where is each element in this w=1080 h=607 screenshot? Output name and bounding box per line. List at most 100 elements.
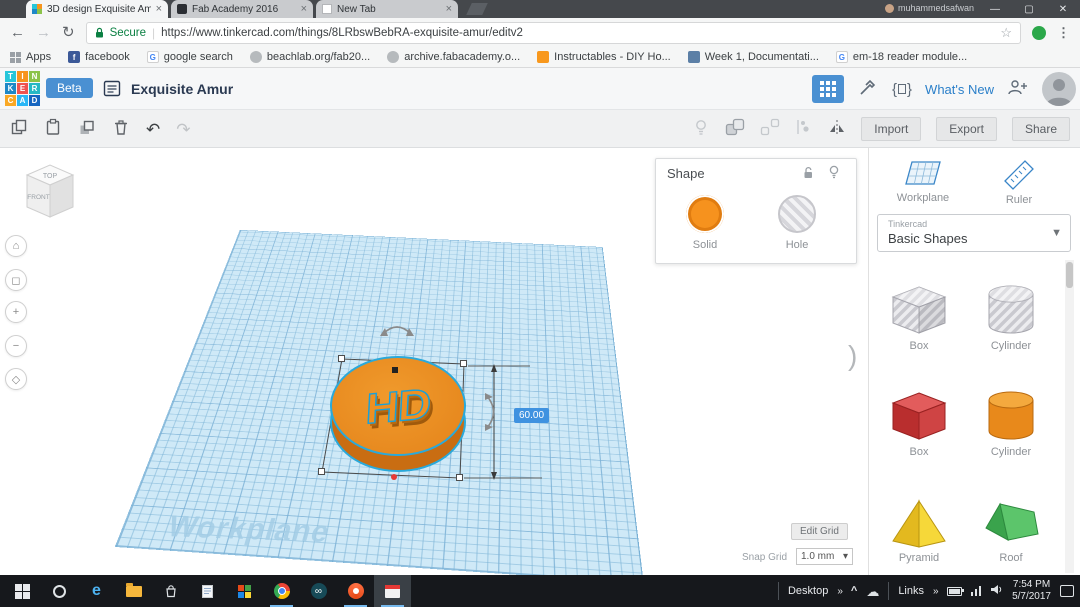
desktop-expand-chevron[interactable]: » [837,586,842,597]
document-app-button[interactable] [189,575,226,607]
edge-taskbar-button[interactable]: e [78,575,115,607]
cortana-button[interactable] [41,575,78,607]
bookmark-instructables[interactable]: Instructables - DIY Ho... [537,51,671,63]
reload-icon[interactable]: ↻ [62,25,75,40]
shape-category-dropdown[interactable]: Tinkercad Basic Shapes ▼ [877,214,1071,252]
object-text[interactable]: HD [326,357,470,455]
whats-new-link[interactable]: What's New [925,82,994,97]
export-button[interactable]: Export [936,117,997,141]
code-blocks-icon[interactable]: {} [892,81,912,98]
bookmark-beachlab[interactable]: beachlab.org/fab20... [249,51,370,63]
beta-badge[interactable]: Beta [46,78,93,98]
action-center-icon[interactable] [1060,585,1074,597]
zoom-in-button[interactable]: + [5,301,27,323]
invite-person-icon[interactable] [1007,78,1029,101]
ruler-tool[interactable]: Ruler [983,158,1055,206]
onedrive-icon[interactable]: ☁ [866,585,879,598]
tab-close-icon[interactable]: × [156,3,162,15]
forward-icon[interactable]: → [36,25,51,40]
fit-view-button[interactable]: ◻ [5,269,27,291]
browser-profile[interactable]: muhammedsafwan [884,3,974,13]
shape-box-hole[interactable]: Box [877,284,961,352]
network-icon[interactable] [970,586,982,596]
dashboard-grid-button[interactable] [812,75,845,103]
tab-close-icon[interactable]: × [301,3,307,15]
bookmark-facebook[interactable]: f facebook [68,51,130,63]
minimize-button[interactable]: — [978,0,1012,18]
import-button[interactable]: Import [861,117,922,141]
home-view-button[interactable]: ⌂ [5,235,27,257]
copy-icon[interactable] [10,118,28,141]
redo-icon[interactable]: ↷ [176,121,190,138]
delete-icon[interactable] [112,118,130,141]
shape-cylinder-solid[interactable]: Cylinder [969,390,1053,458]
edit-grid-button[interactable]: Edit Grid [791,523,848,540]
perspective-toggle-button[interactable]: ◇ [5,368,27,390]
url-text[interactable]: https://www.tinkercad.com/things/8LRbswB… [161,27,994,39]
browser2-taskbar-button[interactable] [337,575,374,607]
bookmark-apps[interactable]: Apps [10,51,51,63]
office-app-button[interactable] [226,575,263,607]
lightbulb-icon[interactable] [828,165,840,184]
tab-fab-academy[interactable]: Fab Academy 2016 × [171,0,313,18]
design-properties-icon[interactable] [103,79,122,103]
solid-swatch[interactable] [686,195,724,233]
battery-icon[interactable] [946,586,964,596]
browser-menu-icon[interactable]: ⋮ [1057,25,1070,41]
group-icon[interactable] [725,118,745,141]
bookmark-star-icon[interactable]: ☆ [1000,25,1012,41]
bookmark-em18[interactable]: Gem-18 reader module... [835,51,967,63]
show-all-bulb-icon[interactable] [692,118,710,141]
user-avatar[interactable] [1042,72,1076,106]
share-button[interactable]: Share [1011,117,1070,141]
bookmark-week1[interactable]: Week 1, Documentati... [687,51,819,63]
undo-icon[interactable]: ↶ [146,121,160,138]
dark-circle-app-button[interactable]: ∞ [300,575,337,607]
bookmark-fabacademy[interactable]: archive.fabacademy.o... [387,51,520,63]
taskbar-clock[interactable]: 7:54 PM 5/7/2017 [1012,579,1051,604]
hidden-icons-chevron[interactable]: ^ [851,585,857,597]
shape-roof[interactable]: Roof [969,496,1053,564]
tab-close-icon[interactable]: × [446,3,452,15]
volume-icon[interactable] [990,584,1003,598]
scrollbar-thumb[interactable] [1066,262,1073,288]
store-button[interactable] [152,575,189,607]
active-app-button[interactable] [374,575,411,607]
height-handle[interactable] [392,367,398,373]
start-button[interactable] [4,575,41,607]
ungroup-icon[interactable] [760,118,780,141]
tools-hammer-icon[interactable] [857,76,879,103]
tab-new-tab[interactable]: New Tab × [316,0,458,18]
extension-icon[interactable] [1032,25,1046,40]
lock-icon[interactable] [802,166,814,184]
bookmark-google-search[interactable]: Ggoogle search [146,51,233,63]
align-icon[interactable] [795,118,813,141]
shape-cylinder-hole[interactable]: Cylinder [969,284,1053,352]
maximize-button[interactable]: ▢ [1012,0,1046,18]
zoom-out-button[interactable]: − [5,335,27,357]
desktop-toolbar[interactable]: Desktop [788,585,828,597]
panel-collapse-chevron[interactable]: ) [848,340,857,372]
dimension-input[interactable]: 60.00 [514,408,550,423]
scale-handle-bottom-right[interactable] [456,474,463,481]
shape-box-solid[interactable]: Box [877,390,961,458]
shapes-scrollbar[interactable] [1065,260,1074,573]
hole-swatch[interactable] [778,195,816,233]
workplane-tool[interactable]: Workplane [887,158,959,204]
links-expand-chevron[interactable]: » [933,586,938,597]
address-bar[interactable]: Secure | https://www.tinkercad.com/thing… [85,21,1021,44]
duplicate-icon[interactable] [78,118,96,141]
paste-icon[interactable] [44,118,62,141]
design-title[interactable]: Exquisite Amur [131,81,233,97]
scale-handle-top-left[interactable] [338,355,345,362]
links-toolbar[interactable]: Links [898,585,924,597]
close-button[interactable]: ✕ [1046,0,1080,18]
new-tab-button[interactable] [466,3,488,15]
chrome-taskbar-button[interactable] [263,575,300,607]
back-icon[interactable]: ← [10,25,25,40]
scale-handle-bottom-left[interactable] [318,468,325,475]
tinkercad-logo[interactable]: T I N K E R C A D [5,71,40,106]
shape-pyramid[interactable]: Pyramid [877,496,961,564]
tab-tinkercad[interactable]: 3D design Exquisite Amu × [26,0,168,18]
view-cube[interactable]: TOP FRONT [20,158,80,227]
